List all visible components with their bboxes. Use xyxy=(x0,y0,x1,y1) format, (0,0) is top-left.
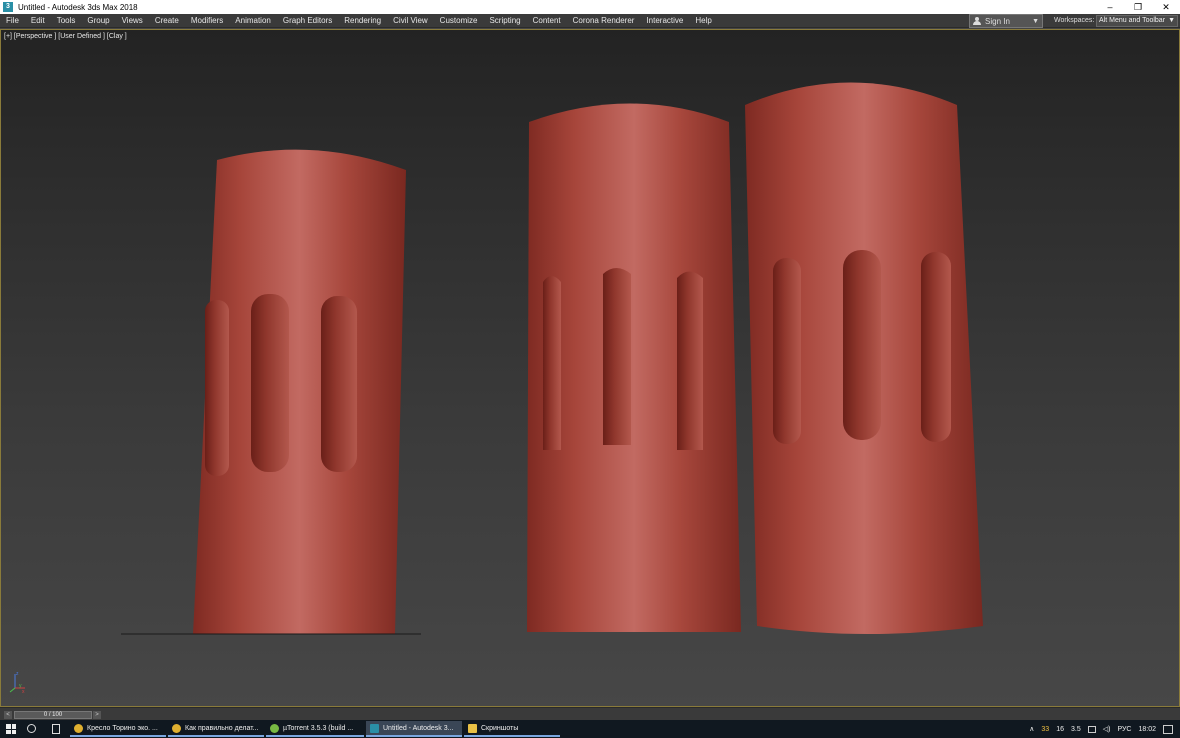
workspaces-label: Workspaces: xyxy=(1054,17,1095,24)
scene-render xyxy=(121,82,983,635)
workspace-value: Alt Menu and Toolbar xyxy=(1099,17,1166,24)
cylinder-middle[interactable] xyxy=(527,103,741,633)
close-button[interactable]: ✕ xyxy=(1152,0,1180,14)
frame-counter[interactable]: 0 / 100 xyxy=(14,711,92,719)
taskbar-item-folder[interactable]: Скриншоты xyxy=(464,721,560,737)
tray-value-2[interactable]: 16 xyxy=(1056,726,1064,733)
3dsmax-icon: 3 xyxy=(3,2,13,12)
utorrent-icon xyxy=(270,723,279,733)
system-tray: ∧ 33 16 3.5 ◁) РУС 18:02 xyxy=(1029,720,1180,738)
taskbar-item-utorrent[interactable]: µTorrent 3.5.3 (build ... xyxy=(266,721,364,737)
taskbar-item-3dsmax[interactable]: Untitled - Autodesk 3... xyxy=(366,721,462,737)
menu-scripting[interactable]: Scripting xyxy=(483,14,526,28)
3dsmax-icon xyxy=(370,723,379,733)
menu-civil-view[interactable]: Civil View xyxy=(387,14,434,28)
menu-corona-renderer[interactable]: Corona Renderer xyxy=(567,14,641,28)
sign-in-dropdown[interactable]: Sign In ▼ xyxy=(969,14,1043,28)
time-slider[interactable]: < 0 / 100 > xyxy=(0,707,1180,721)
chevron-up-icon[interactable]: ∧ xyxy=(1029,725,1034,733)
minimize-button[interactable]: – xyxy=(1096,0,1124,14)
menu-interactive[interactable]: Interactive xyxy=(640,14,689,28)
title-bar: 3 Untitled - Autodesk 3ds Max 2018 – ❐ ✕ xyxy=(0,0,1180,14)
next-frame-button[interactable]: > xyxy=(93,711,101,719)
task-label: Скриншоты xyxy=(481,724,519,732)
menu-edit[interactable]: Edit xyxy=(25,14,51,28)
viewport-label[interactable]: [+] [Perspective ] [User Defined ] [Clay… xyxy=(4,33,127,40)
language-indicator[interactable]: РУС xyxy=(1117,726,1131,733)
taskbar-item-chrome-1[interactable]: Кресло Торино эко. ... xyxy=(70,721,166,737)
sign-in-label: Sign In xyxy=(985,16,1010,26)
notifications-icon[interactable] xyxy=(1163,724,1173,734)
search-icon[interactable] xyxy=(27,724,36,733)
task-label: µTorrent 3.5.3 (build ... xyxy=(283,724,354,732)
axis-gizmo-icon: z y x xyxy=(9,671,25,694)
menu-help[interactable]: Help xyxy=(689,14,717,28)
menu-rendering[interactable]: Rendering xyxy=(338,14,387,28)
axis-x-label: x xyxy=(22,689,25,694)
chevron-down-icon: ▼ xyxy=(1032,18,1039,25)
menu-animation[interactable]: Animation xyxy=(229,14,277,28)
axis-z-label: z xyxy=(16,671,19,677)
menu-create[interactable]: Create xyxy=(149,14,185,28)
window-title: Untitled - Autodesk 3ds Max 2018 xyxy=(18,2,138,12)
menu-bar: File Edit Tools Group Views Create Modif… xyxy=(0,14,1180,28)
workspace-select[interactable]: Alt Menu and Toolbar ▼ xyxy=(1096,15,1178,27)
menu-graph-editors[interactable]: Graph Editors xyxy=(277,14,338,28)
network-icon[interactable] xyxy=(1087,725,1096,733)
windows-taskbar: Кресло Торино эко. ... Как правильно дел… xyxy=(0,720,1180,738)
folder-icon xyxy=(468,723,477,733)
tray-value-1[interactable]: 33 xyxy=(1041,726,1049,733)
clock[interactable]: 18:02 xyxy=(1138,726,1156,733)
prev-frame-button[interactable]: < xyxy=(4,711,12,719)
cylinder-left[interactable] xyxy=(121,149,421,635)
restore-button[interactable]: ❐ xyxy=(1124,0,1152,14)
task-label: Untitled - Autodesk 3... xyxy=(383,724,454,732)
chrome-icon xyxy=(74,723,83,733)
volume-icon[interactable]: ◁) xyxy=(1103,725,1111,733)
task-label: Кресло Торино эко. ... xyxy=(87,724,158,732)
menu-file[interactable]: File xyxy=(0,14,25,28)
menu-modifiers[interactable]: Modifiers xyxy=(185,14,229,28)
chevron-down-icon: ▼ xyxy=(1168,17,1175,24)
perspective-viewport[interactable]: [+] [Perspective ] [User Defined ] [Clay… xyxy=(0,29,1180,707)
task-label: Как правильно делат... xyxy=(185,724,259,732)
menu-group[interactable]: Group xyxy=(81,14,115,28)
cylinder-right[interactable] xyxy=(745,82,983,635)
menu-views[interactable]: Views xyxy=(116,14,149,28)
user-icon xyxy=(973,17,981,25)
tray-value-3[interactable]: 3.5 xyxy=(1071,726,1081,733)
menu-customize[interactable]: Customize xyxy=(434,14,484,28)
menu-tools[interactable]: Tools xyxy=(51,14,82,28)
windows-start-icon[interactable] xyxy=(6,724,16,734)
taskbar-item-chrome-2[interactable]: Как правильно делат... xyxy=(168,721,264,737)
menu-content[interactable]: Content xyxy=(527,14,567,28)
chrome-icon xyxy=(172,723,181,733)
task-view-icon[interactable] xyxy=(52,724,60,734)
